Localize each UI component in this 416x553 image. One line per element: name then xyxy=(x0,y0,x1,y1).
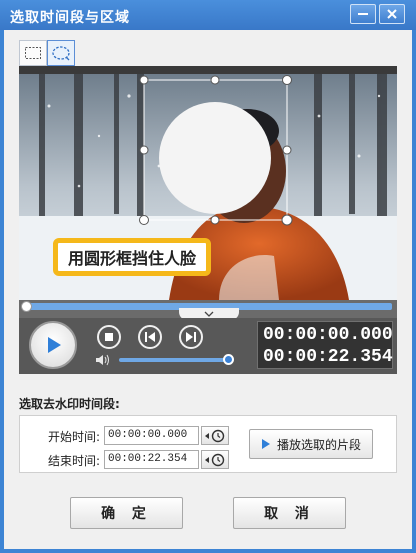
start-time-input[interactable]: 00:00:00.000 xyxy=(104,426,199,445)
seek-handle[interactable] xyxy=(21,301,32,312)
current-time: 00:00:00.000 xyxy=(263,325,393,345)
window-title: 选取时间段与区域 xyxy=(10,10,130,26)
step-forward-icon xyxy=(186,332,196,342)
start-time-label: 开始时间: xyxy=(48,430,101,444)
video-preview[interactable]: 用圆形框挡住人脸 xyxy=(19,66,397,300)
play-icon xyxy=(48,337,61,353)
close-button[interactable] xyxy=(379,4,405,24)
ellipse-select-icon xyxy=(52,46,70,61)
play-segment-button[interactable]: 播放选取的片段 xyxy=(249,429,373,459)
stop-icon xyxy=(105,333,113,341)
ellipse-select-button[interactable] xyxy=(47,40,75,66)
play-icon xyxy=(261,439,270,449)
next-frame-button[interactable] xyxy=(179,325,203,349)
ok-button[interactable]: 确 定 xyxy=(70,497,183,529)
end-time-label: 结束时间: xyxy=(48,454,101,468)
minimize-icon xyxy=(358,13,368,15)
segment-section-label: 选取去水印时间段: xyxy=(19,397,120,411)
chevron-down-icon xyxy=(204,311,214,317)
step-back-icon xyxy=(145,332,155,342)
segment-group: 开始时间: 00:00:00.000 结束时间: 00:00:22.354 播放… xyxy=(19,415,397,473)
end-time-input[interactable]: 00:00:22.354 xyxy=(104,450,199,469)
set-start-time-button[interactable] xyxy=(201,426,229,445)
dialog-body: 用圆形框挡住人脸 00:00:00.000 00:00:22.354 选取去水印… xyxy=(4,30,412,549)
rectangle-select-button[interactable] xyxy=(19,40,47,66)
clock-arrow-icon xyxy=(205,429,225,442)
dialog-window: 选取时间段与区域 用圆形框挡住人脸 00:00:00.000 00:00:22.… xyxy=(0,0,416,553)
play-button[interactable] xyxy=(29,321,77,369)
rectangle-select-icon xyxy=(25,47,41,59)
play-segment-label: 播放选取的片段 xyxy=(276,437,361,452)
volume-slider[interactable] xyxy=(119,358,229,362)
previous-frame-button[interactable] xyxy=(138,325,162,349)
player-controls: 00:00:00.000 00:00:22.354 xyxy=(19,318,397,374)
video-caption: 用圆形框挡住人脸 xyxy=(53,238,212,276)
set-end-time-button[interactable] xyxy=(201,450,229,469)
clock-arrow-icon xyxy=(205,453,225,466)
volume-icon[interactable] xyxy=(95,353,113,367)
title-bar[interactable]: 选取时间段与区域 xyxy=(0,0,416,30)
minimize-button[interactable] xyxy=(350,4,376,24)
volume-handle[interactable] xyxy=(223,354,234,365)
close-icon xyxy=(387,9,397,19)
cancel-button[interactable]: 取 消 xyxy=(233,497,346,529)
total-time: 00:00:22.354 xyxy=(263,347,393,367)
time-display: 00:00:00.000 00:00:22.354 xyxy=(257,321,393,369)
selection-tool-group xyxy=(19,40,75,66)
stop-button[interactable] xyxy=(97,325,121,349)
seek-bar[interactable] xyxy=(19,300,397,320)
